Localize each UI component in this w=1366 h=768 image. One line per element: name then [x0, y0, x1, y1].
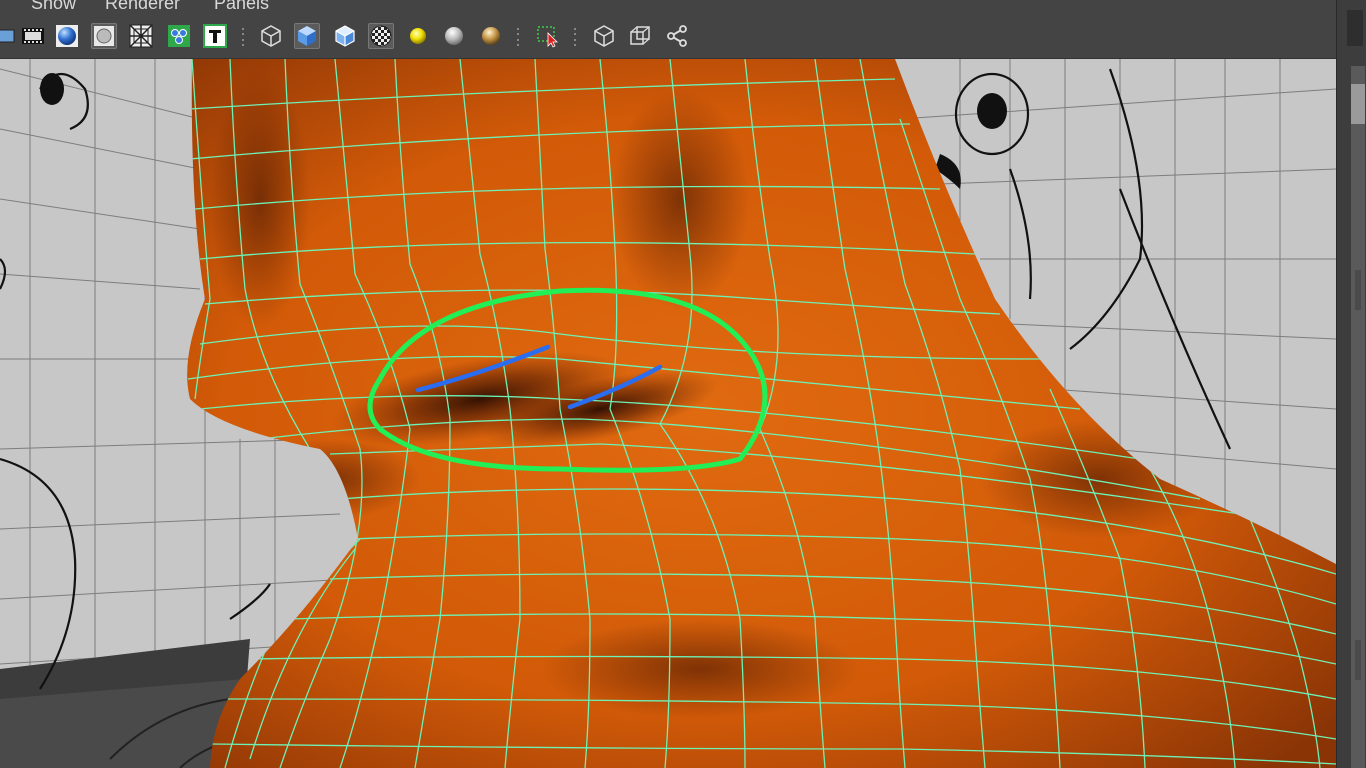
select-tool-icon: [537, 26, 558, 48]
shaded-sphere-button[interactable]: [54, 23, 80, 49]
panel-slot: [1355, 270, 1361, 310]
menu-renderer[interactable]: Renderer: [105, 0, 180, 14]
smooth-shade-cube-icon: [298, 26, 316, 46]
film-gate-button[interactable]: [0, 23, 18, 49]
panel-scroll-thumb[interactable]: [1351, 84, 1365, 124]
wireframe-circle-icon: [94, 26, 114, 46]
xray-joints-button[interactable]: [664, 23, 690, 49]
xray-button[interactable]: [627, 23, 653, 49]
wireframe-cube-icon: [261, 25, 281, 47]
panel-toggle-button[interactable]: [1347, 10, 1363, 46]
film-gate-icon: [0, 29, 15, 43]
toolbar-separator: [241, 28, 244, 46]
text-icon: [203, 24, 227, 48]
panel-slot: [1355, 640, 1361, 680]
menu-panels[interactable]: Panels: [214, 0, 269, 14]
wireframe-on-shaded-cube-button[interactable]: [332, 23, 358, 49]
isolate-select-cube-icon: [594, 25, 614, 47]
grid-toggle-button[interactable]: [128, 23, 154, 49]
checker-texture-button[interactable]: [368, 23, 394, 49]
shaded-sphere-icon: [56, 25, 78, 47]
particles-icon: [168, 25, 190, 47]
shadows-button[interactable]: [478, 23, 504, 49]
select-tool-button[interactable]: [535, 23, 561, 49]
default-light-icon: [410, 28, 426, 44]
grid-toggle-icon: [129, 24, 153, 48]
all-lights-sphere-icon: [445, 27, 463, 45]
menu-show[interactable]: Show: [31, 0, 76, 14]
shadows-sphere-icon: [482, 27, 500, 45]
xray-joints-icon: [667, 25, 687, 47]
checker-texture-icon: [370, 25, 392, 47]
wireframe-on-shaded-cube-icon: [335, 25, 355, 47]
resolution-gate-icon: [22, 28, 44, 44]
3d-viewport[interactable]: [0, 59, 1336, 768]
right-side-panel: [1336, 0, 1366, 768]
resolution-gate-button[interactable]: [20, 23, 46, 49]
particles-button[interactable]: [166, 23, 192, 49]
toolbar-separator: [573, 28, 576, 46]
viewport-scene: [0, 59, 1336, 768]
menu-bar: Show Renderer Panels: [0, 0, 1336, 16]
all-lights-button[interactable]: [441, 23, 467, 49]
xray-cube-icon: [630, 26, 650, 45]
text-button[interactable]: [202, 23, 228, 49]
isolate-select-button[interactable]: [591, 23, 617, 49]
smooth-shade-cube-button[interactable]: [294, 23, 320, 49]
reference-eye-left: [40, 73, 64, 105]
reference-eye-right: [977, 93, 1007, 129]
panel-toolbar: [0, 16, 1336, 59]
default-light-button[interactable]: [405, 23, 431, 49]
toolbar-separator: [516, 28, 519, 46]
wireframe-circle-button[interactable]: [91, 23, 117, 49]
wireframe-cube-button[interactable]: [258, 23, 284, 49]
